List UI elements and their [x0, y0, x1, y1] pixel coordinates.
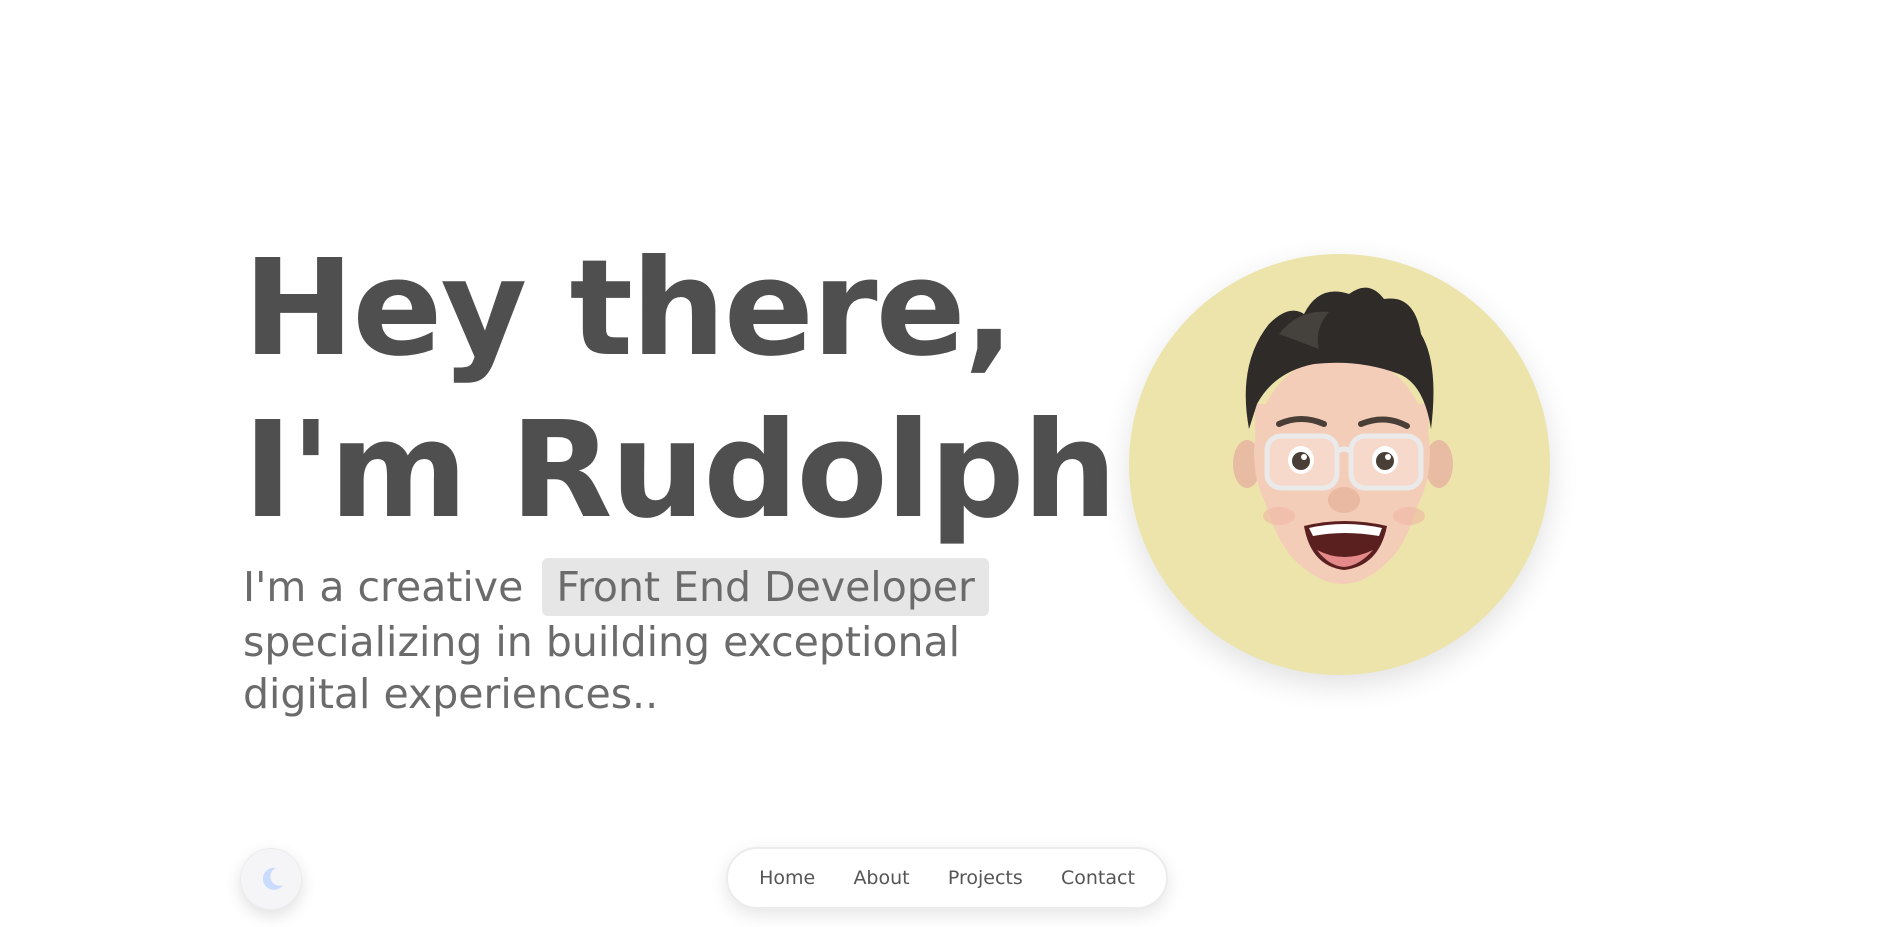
tagline-suffix: specializing in building exceptional dig…: [243, 618, 960, 718]
headline-line-2: I'm Rudolph: [243, 394, 1117, 548]
role-highlight: Front End Developer: [542, 558, 989, 616]
moon-icon: [262, 867, 283, 890]
tagline-prefix: I'm a creative: [243, 563, 524, 611]
nav-item-contact[interactable]: Contact: [1049, 859, 1147, 897]
page: Hey there, I'm Rudolph I'm a creative Fr…: [0, 0, 1895, 927]
avatar: [1129, 254, 1550, 675]
memoji-avatar-icon: [1233, 287, 1453, 584]
hero-section: Hey there, I'm Rudolph I'm a creative Fr…: [243, 228, 1117, 720]
bottom-nav: Home About Projects Contact: [726, 847, 1168, 909]
hero-headline: Hey there, I'm Rudolph: [243, 228, 1117, 552]
nav-item-home[interactable]: Home: [747, 859, 827, 897]
nav-item-projects[interactable]: Projects: [936, 859, 1035, 897]
nav-item-about[interactable]: About: [841, 859, 921, 897]
hero-tagline: I'm a creative Front End Developer speci…: [243, 558, 1003, 720]
headline-line-1: Hey there,: [243, 232, 1014, 386]
theme-toggle-button[interactable]: [240, 848, 302, 910]
